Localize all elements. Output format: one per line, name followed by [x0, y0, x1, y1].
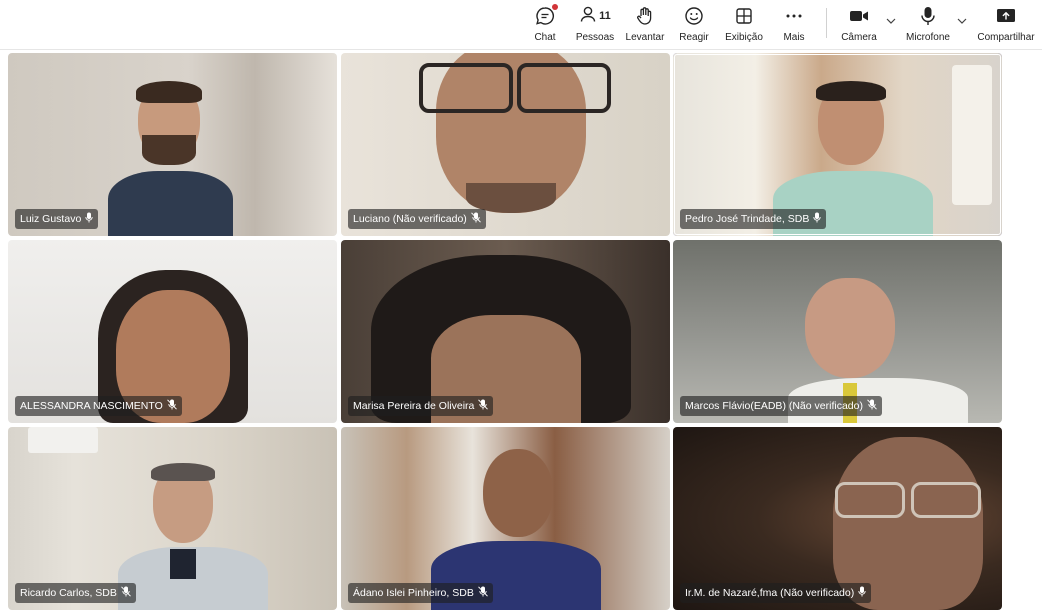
mic-muted-icon — [166, 399, 177, 413]
participant-tile[interactable]: Luciano (Não verificado) — [341, 53, 670, 236]
video-gallery: Luiz Gustavo Luciano (Não verificado) Pe… — [0, 50, 1042, 611]
view-button[interactable]: Exibição — [720, 0, 768, 46]
unread-badge — [552, 4, 558, 10]
participant-name-tag: ALESSANDRA NASCIMENTO — [15, 396, 182, 416]
participant-tile[interactable]: Ádano Islei Pinheiro, SDB — [341, 427, 670, 610]
participant-name: Pedro José Trindade, SDB — [685, 213, 810, 225]
participant-name: Ir.M. de Nazaré,fma (Não verificado) — [685, 587, 855, 599]
react-button[interactable]: Reagir — [670, 0, 718, 46]
people-button[interactable]: 11 Pessoas — [571, 0, 619, 46]
participant-tile[interactable]: ALESSANDRA NASCIMENTO — [8, 240, 337, 423]
mic-icon — [813, 212, 821, 226]
mic-muted-icon — [121, 586, 131, 600]
participant-tile[interactable]: Ir.M. de Nazaré,fma (Não verificado) — [673, 427, 1002, 610]
mic-muted-icon — [478, 399, 489, 413]
microphone-label: Microfone — [906, 32, 950, 43]
hand-icon — [635, 5, 655, 27]
mic-muted-icon — [477, 586, 488, 600]
participant-name: Marcos Flávio(EADB) (Não verificado) — [685, 400, 863, 412]
camera-options-chevron-down-icon[interactable] — [884, 14, 898, 28]
participant-name-tag: Pedro José Trindade, SDB — [680, 209, 827, 229]
grid-view-icon — [735, 5, 753, 27]
participant-name-tag: Marisa Pereira de Oliveira — [348, 396, 494, 416]
people-label: Pessoas — [575, 32, 615, 43]
participant-tile[interactable]: Marisa Pereira de Oliveira — [341, 240, 670, 423]
microphone-options-chevron-down-icon[interactable] — [955, 14, 969, 28]
more-icon — [785, 5, 803, 27]
chat-button[interactable]: Chat — [521, 0, 569, 46]
share-label: Compartilhar — [977, 32, 1035, 43]
mic-icon — [858, 586, 866, 600]
participant-name-tag: Luiz Gustavo — [15, 209, 99, 229]
view-label: Exibição — [725, 32, 763, 43]
participant-name-tag: Ádano Islei Pinheiro, SDB — [348, 583, 493, 603]
mic-muted-icon — [867, 399, 877, 413]
air-conditioner — [28, 427, 98, 453]
people-count: 11 — [599, 10, 611, 22]
participant-name: Ádano Islei Pinheiro, SDB — [353, 587, 474, 599]
people-icon — [579, 5, 597, 28]
raise-hand-label: Levantar — [625, 32, 665, 43]
participant-tile[interactable]: Marcos Flávio(EADB) (Não verificado) — [673, 240, 1002, 423]
share-screen-icon — [996, 5, 1016, 27]
camera-icon — [849, 5, 869, 27]
chat-label: Chat — [534, 32, 556, 43]
participant-tile[interactable]: Ricardo Carlos, SDB — [8, 427, 337, 610]
meeting-toolbar: Chat 11 Pessoas Levantar Reagir Exibição — [0, 0, 1042, 50]
raise-hand-button[interactable]: Levantar — [621, 0, 669, 46]
mic-icon — [85, 212, 93, 226]
share-button[interactable]: Compartilhar — [977, 0, 1035, 46]
camera-label: Câmera — [841, 32, 877, 43]
participant-name-tag: Marcos Flávio(EADB) (Não verificado) — [680, 396, 882, 416]
participant-tile[interactable]: Luiz Gustavo — [8, 53, 337, 236]
more-label: Mais — [783, 32, 805, 43]
chat-icon — [535, 4, 558, 27]
hanging-garment — [952, 65, 992, 205]
camera-button[interactable]: Câmera — [834, 0, 884, 46]
participant-name: Marisa Pereira de Oliveira — [353, 400, 475, 412]
microphone-button[interactable]: Microfone — [903, 0, 953, 46]
more-button[interactable]: Mais — [770, 0, 818, 46]
participant-video — [118, 463, 268, 610]
microphone-icon — [920, 5, 936, 27]
participant-name-tag: Luciano (Não verificado) — [348, 209, 486, 229]
participant-name-tag: Ir.M. de Nazaré,fma (Não verificado) — [680, 583, 872, 603]
participant-name-tag: Ricardo Carlos, SDB — [15, 583, 136, 603]
participant-tile-active-speaker[interactable]: Pedro José Trindade, SDB — [673, 53, 1002, 236]
smile-icon — [684, 5, 704, 27]
toolbar-divider — [826, 8, 827, 38]
participant-name: Ricardo Carlos, SDB — [20, 587, 117, 599]
react-label: Reagir — [679, 32, 709, 43]
participant-name: Luiz Gustavo — [20, 213, 82, 225]
participant-name: ALESSANDRA NASCIMENTO — [20, 400, 163, 412]
participant-name: Luciano (Não verificado) — [353, 213, 467, 225]
participant-video — [108, 81, 233, 236]
mic-muted-icon — [470, 212, 481, 226]
